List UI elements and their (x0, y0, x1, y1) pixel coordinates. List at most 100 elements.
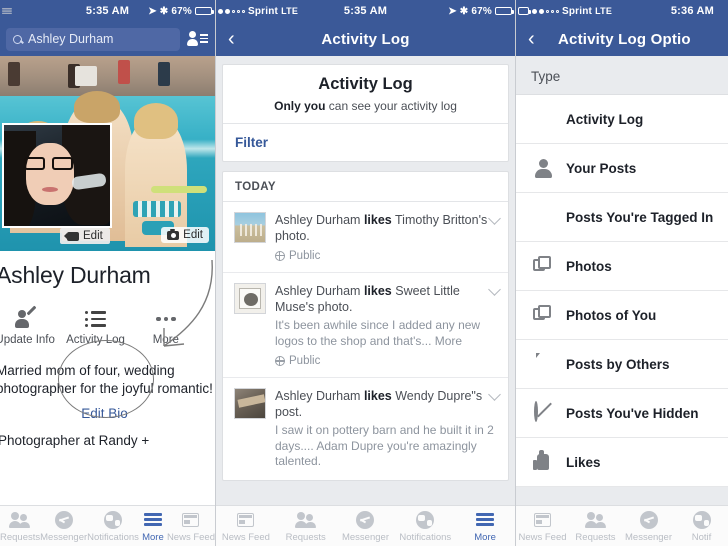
story-verb: likes (363, 389, 392, 404)
more-link[interactable]: More (435, 334, 462, 348)
update-info-button[interactable]: Update Info (0, 305, 60, 346)
story-thumbnail[interactable] (234, 388, 266, 420)
tag-icon (533, 207, 553, 227)
profile-action-row: Update Info Activity Log More (0, 305, 205, 346)
subtitle-bold: Only you (274, 99, 326, 113)
search-input[interactable]: Ashley Durham (6, 27, 180, 51)
tab-messenger[interactable]: Messenger (40, 510, 87, 543)
friend-requests-icon[interactable] (187, 30, 209, 48)
news-feed-icon (237, 512, 255, 527)
status-time: 5:35 AM (343, 5, 388, 17)
tab-news-feed[interactable]: News Feed (516, 510, 569, 543)
signal-dots-icon (218, 8, 245, 14)
story-actor: Ashley Durham (275, 213, 361, 227)
location-arrow-icon: ➤ (448, 5, 457, 17)
profile-photo[interactable] (2, 123, 112, 228)
tab-label: Requests (285, 531, 326, 543)
ban-icon (533, 401, 553, 423)
photos-icon (533, 256, 553, 276)
tab-label: Messenger (341, 531, 389, 543)
messenger-icon (639, 510, 658, 529)
option-likes[interactable]: Likes (516, 438, 728, 487)
battery-icon (195, 7, 214, 15)
story-row[interactable]: Ashley Durham likes Sweet Little Muse's … (223, 273, 508, 379)
option-posts-by-others[interactable]: Posts by Others (516, 340, 728, 389)
tab-requests[interactable]: Requests (569, 510, 622, 543)
status-right-group: ➤ ✱ 67% (448, 5, 514, 17)
work-line: Photographer at Randy + (0, 432, 150, 448)
search-icon (13, 34, 22, 44)
option-photos[interactable]: Photos (516, 242, 728, 291)
filter-button[interactable]: Filter (223, 123, 508, 161)
person-icon (533, 158, 553, 178)
battery-percent: 67% (171, 5, 192, 17)
network-label: LTE (595, 6, 613, 16)
tab-notifications[interactable]: Notif (675, 510, 728, 543)
edit-cover-label: Edit (183, 229, 203, 241)
nav-title: Activity Log (321, 30, 410, 48)
edit-bio-link[interactable]: Edit Bio (4, 406, 205, 421)
globe-icon (692, 510, 711, 529)
status-time: 5:35 AM (85, 5, 130, 17)
messenger-icon (54, 510, 73, 529)
tab-more[interactable]: More (139, 510, 167, 543)
tab-more[interactable]: More (455, 510, 515, 543)
camera-icon (167, 228, 180, 240)
option-your-posts[interactable]: Your Posts (516, 144, 728, 193)
page-title: Ashley Durham (0, 262, 151, 288)
option-label: Likes (566, 454, 601, 470)
privacy-label: Public (289, 250, 321, 262)
story-verb: likes (363, 284, 392, 298)
tab-messenger[interactable]: Messenger (336, 510, 396, 543)
edit-cover-button[interactable]: Edit (161, 227, 209, 243)
tab-label: News Feed (166, 531, 215, 543)
tab-messenger[interactable]: Messenger (622, 510, 675, 543)
tab-label: More (474, 531, 496, 543)
tab-label: News Feed (518, 531, 567, 543)
option-posts-youve-hidden[interactable]: Posts You've Hidden (516, 389, 728, 438)
option-photos-of-you[interactable]: Photos of You (516, 291, 728, 340)
story-actor: Ashley Durham (275, 389, 361, 404)
activity-log-subtitle: Only you can see your activity log (223, 99, 508, 113)
tab-requests[interactable]: Requests (276, 510, 336, 543)
activity-log-button[interactable]: Activity Log (60, 307, 130, 346)
option-activity-log[interactable]: Activity Log (516, 95, 728, 144)
tab-notifications[interactable]: Notifications (87, 510, 139, 543)
signal-dots-icon (532, 8, 559, 14)
option-posts-youre-tagged-in[interactable]: Posts You're Tagged In (516, 193, 728, 242)
tab-news-feed[interactable]: News Feed (216, 510, 276, 543)
tab-notifications[interactable]: Notifications (395, 510, 455, 543)
middle-panel-activity-log: Sprint LTE 5:35 AM ➤ ✱ 67% ‹ Activity Lo… (215, 0, 515, 546)
edit-profile-photo-button[interactable]: Edit (60, 228, 110, 244)
status-bar-left: 5:35 AM ➤ ✱ 67% (0, 0, 215, 22)
tab-requests[interactable]: Requests (0, 510, 40, 543)
activity-log-header-card: Activity Log Only you can see your activ… (222, 64, 509, 162)
tab-label: Messenger (625, 531, 672, 543)
status-left-group: Sprint LTE (218, 6, 298, 17)
tab-bar-middle: News Feed Requests Messenger Notificatio… (216, 505, 515, 546)
photos-icon (533, 305, 553, 325)
battery-icon (518, 7, 531, 15)
carrier-label: Sprint (248, 5, 279, 17)
story-row[interactable]: Ashley Durham likes Timothy Britton's ph… (223, 202, 508, 273)
person-edit-icon (14, 305, 37, 329)
story-row[interactable]: Ashley Durham likes Wendy Dupre"s post. … (223, 378, 508, 480)
story-privacy: Public (274, 355, 498, 367)
search-value: Ashley Durham (28, 32, 114, 46)
bluetooth-icon: ✱ (459, 5, 469, 17)
chevron-left-icon[interactable]: ‹ (528, 29, 535, 49)
battery-percent: 67% (471, 5, 492, 17)
options-list: Activity Log Your Posts Posts You're Tag… (516, 94, 728, 487)
tab-news-feed[interactable]: News Feed (167, 510, 215, 543)
more-button[interactable]: More (131, 307, 201, 346)
option-label: Posts You've Hidden (566, 405, 699, 421)
tab-label: Messenger (40, 531, 88, 543)
story-thumbnail[interactable] (234, 283, 266, 314)
chevron-left-icon[interactable]: ‹ (228, 29, 235, 49)
three-panel-screenshot: 5:35 AM ➤ ✱ 67% Ashley Durham Edit Edit … (0, 0, 728, 546)
status-right-group: ➤ ✱ 67% (148, 5, 214, 17)
story-thumbnail[interactable] (234, 212, 266, 243)
section-label-today: TODAY (223, 172, 508, 202)
bio-line-1: Married mom of four, wedding (0, 363, 175, 378)
friends-icon (9, 511, 31, 528)
